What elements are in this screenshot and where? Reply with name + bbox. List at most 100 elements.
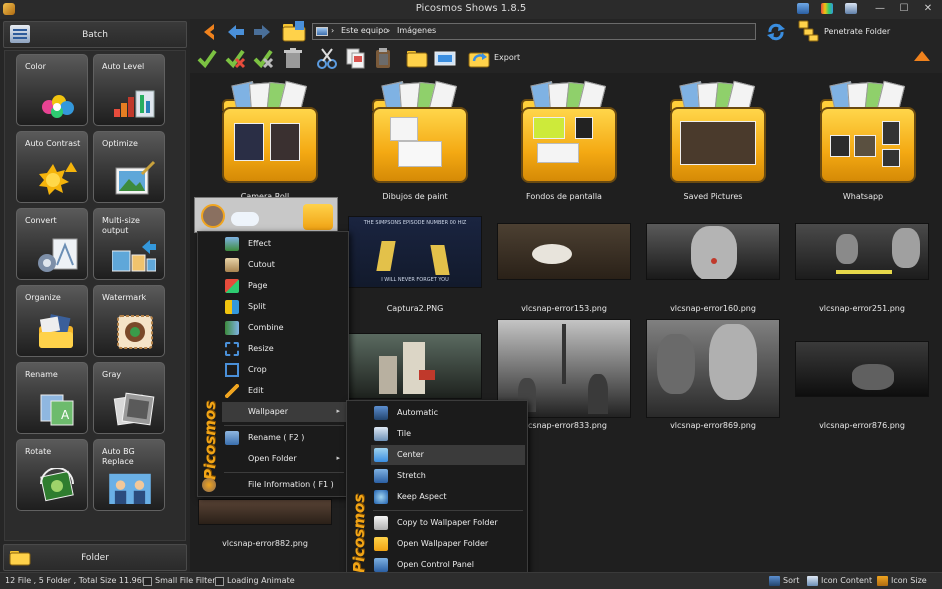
folder-name: Dibujos de paint (382, 192, 448, 201)
menu-item-file-information[interactable]: File Information ( F1 ) (202, 475, 346, 495)
tool-auto-contrast[interactable]: Auto Contrast (16, 131, 88, 203)
menu-item-rename[interactable]: Rename ( F2 ) (222, 428, 346, 448)
menu-item-resize[interactable]: Resize (222, 339, 346, 359)
thumb-captura2[interactable]: THE SIMPSONS EPISODE NUMBER 00 HIZ I WIL… (348, 216, 482, 288)
refresh-icon[interactable] (766, 22, 786, 42)
copy-icon[interactable] (344, 47, 366, 69)
small-file-filter-label[interactable]: Small File Filter (155, 576, 216, 585)
file-name: vlcsnap-error153.png (521, 304, 607, 313)
menu-item-tile[interactable]: Tile (371, 424, 525, 444)
tool-label: Optimize (102, 139, 138, 148)
tool-multi-size-output[interactable]: Multi-size output (93, 208, 165, 280)
folder-icon (521, 107, 617, 183)
batch-button[interactable]: Batch (3, 21, 187, 48)
tool-watermark[interactable]: Watermark (93, 285, 165, 357)
folder-item[interactable]: Whatsapp (798, 80, 928, 201)
tool-auto-level[interactable]: Auto Level (93, 54, 165, 126)
tool-organize[interactable]: Organize (16, 285, 88, 357)
tool-label: Rotate (25, 447, 52, 456)
menu-item-crop[interactable]: Crop (222, 360, 346, 380)
thumb-vlcsnap-869[interactable] (646, 319, 780, 418)
breadcrumb-imagenes[interactable]: Imágenes (397, 26, 436, 35)
loading-animate-label[interactable]: Loading Animate (227, 576, 295, 585)
thumb-vlcsnap-251[interactable] (795, 223, 929, 280)
file-name: vlcsnap-error876.png (819, 421, 905, 430)
folder-item[interactable]: Dibujos de paint (350, 80, 480, 201)
monitor-icon[interactable] (845, 3, 857, 14)
menu-item-copy-to-wallpaper-folder[interactable]: Copy to Wallpaper Folder (371, 513, 525, 533)
menu-item-page[interactable]: Page (222, 276, 346, 296)
thumb-vlcsnap-160[interactable] (646, 223, 780, 280)
thumb-vlcsnap-882[interactable] (198, 499, 332, 525)
breadcrumb-este-equipo[interactable]: Este equipo (341, 26, 388, 35)
small-file-filter-checkbox[interactable] (143, 577, 152, 586)
tool-rotate[interactable]: Rotate (16, 439, 88, 511)
menu-item-effect[interactable]: Effect (222, 234, 346, 254)
export-label[interactable]: Export (494, 53, 520, 62)
thumb-vlcsnap-876[interactable] (795, 341, 929, 397)
folder-button[interactable]: Folder (3, 544, 187, 571)
folder-item[interactable]: Fondos de pantalla (499, 80, 629, 201)
thumb-vlcsnap-801[interactable] (348, 333, 482, 399)
delete-trash-icon[interactable] (282, 47, 304, 69)
bar-chart-icon (114, 90, 155, 118)
folder-item[interactable]: Saved Pictures (648, 80, 778, 201)
batch-tools-grid: Color Auto Level Auto Contrast Optimize (4, 50, 186, 541)
collapse-up-icon[interactable] (914, 51, 930, 61)
cut-scissors-icon[interactable] (316, 47, 338, 69)
paste-icon[interactable] (372, 47, 394, 69)
close-button[interactable]: ✕ (920, 2, 936, 16)
tool-optimize[interactable]: Optimize (93, 131, 165, 203)
wallpaper-stretch-icon (374, 469, 388, 483)
sort-label[interactable]: Sort (783, 576, 799, 585)
menu-item-wallpaper[interactable]: Wallpaper ▸ (222, 402, 346, 422)
cutout-icon (225, 258, 239, 272)
open-folder-icon[interactable] (282, 20, 306, 42)
tool-gray[interactable]: Gray (93, 362, 165, 434)
menu-item-keep-aspect[interactable]: Keep Aspect (371, 487, 525, 507)
address-bar[interactable]: › Este equipo › Imágenes (312, 23, 756, 40)
maximize-button[interactable]: ☐ (896, 2, 912, 16)
menu-item-label: Combine (248, 323, 284, 332)
theme-icon[interactable] (821, 3, 833, 14)
select-none-check-icon[interactable] (252, 47, 274, 69)
picosmos-brand: Picosmos (201, 400, 219, 480)
menu-item-edit[interactable]: Edit (222, 381, 346, 401)
icon-size-label[interactable]: Icon Size (891, 576, 927, 585)
forward-arrow-icon[interactable] (252, 22, 272, 42)
tool-rename[interactable]: Rename A (16, 362, 88, 434)
icon-content-icon[interactable] (807, 576, 818, 586)
menu-item-open-folder[interactable]: Open Folder ▸ (222, 449, 346, 469)
select-invert-check-icon[interactable] (224, 47, 246, 69)
selected-item-frame[interactable] (194, 197, 338, 233)
icon-content-label[interactable]: Icon Content (821, 576, 872, 585)
convert-icon (38, 238, 78, 272)
new-folder-icon[interactable] (406, 47, 428, 69)
back-up-arrow-icon[interactable] (200, 22, 220, 42)
menu-item-automatic[interactable]: Automatic (371, 403, 525, 423)
tool-color[interactable]: Color (16, 54, 88, 126)
menu-item-center[interactable]: Center (371, 445, 525, 465)
tool-label: Convert (25, 216, 57, 225)
thumb-vlcsnap-153[interactable] (497, 223, 631, 280)
icon-size-icon[interactable] (877, 576, 888, 586)
slideshow-icon[interactable] (434, 47, 456, 69)
menu-item-split[interactable]: Split (222, 297, 346, 317)
back-arrow-icon[interactable] (226, 22, 246, 42)
penetrate-folder-label[interactable]: Penetrate Folder (824, 27, 890, 36)
select-all-check-icon[interactable] (196, 47, 218, 69)
tool-auto-bg-replace[interactable]: Auto BG Replace (93, 439, 165, 511)
menu-item-stretch[interactable]: Stretch (371, 466, 525, 486)
penetrate-folder-icon[interactable] (798, 20, 820, 42)
minimize-button[interactable]: — (872, 2, 888, 16)
sort-icon[interactable] (769, 576, 780, 586)
menu-item-cutout[interactable]: Cutout (222, 255, 346, 275)
menu-item-combine[interactable]: Combine (222, 318, 346, 338)
menu-item-open-wallpaper-folder[interactable]: Open Wallpaper Folder (371, 534, 525, 554)
export-icon[interactable] (468, 47, 490, 69)
folder-item[interactable]: Camera Roll (200, 80, 330, 201)
tool-convert[interactable]: Convert (16, 208, 88, 280)
skin-icon[interactable] (797, 3, 809, 14)
loading-animate-checkbox[interactable] (215, 577, 224, 586)
crop-icon (225, 363, 239, 377)
